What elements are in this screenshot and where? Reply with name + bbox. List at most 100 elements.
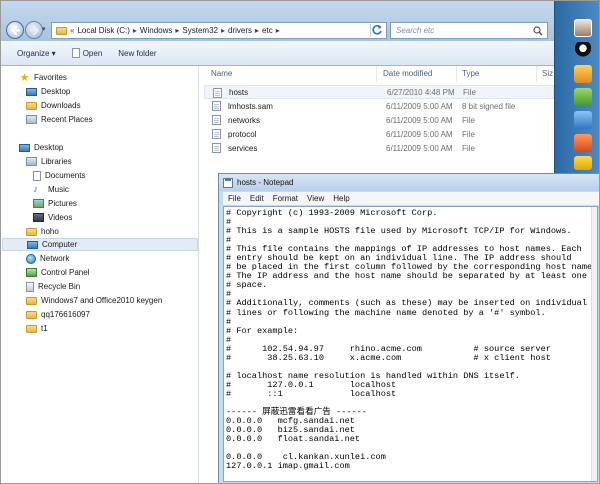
nav-folder-qq[interactable]: qq176616097 (26, 308, 90, 321)
nav-downloads[interactable]: Downloads (26, 99, 81, 112)
file-row-services[interactable]: services 6/11/2009 5:00 AM File (204, 141, 554, 155)
back-button[interactable] (6, 21, 24, 39)
file-row-networks[interactable]: networks 6/11/2009 5:00 AM File (204, 113, 554, 127)
nav-label: Recycle Bin (38, 282, 81, 291)
search-placeholder: Search etc (396, 26, 435, 35)
menu-file[interactable]: File (228, 194, 241, 203)
desktop-icon (26, 87, 37, 96)
open-button[interactable]: Open (71, 48, 103, 58)
back-arrow-icon (10, 25, 20, 36)
forward-arrow-icon (30, 25, 40, 36)
file-name: hosts (229, 87, 249, 97)
qq-penguin-icon[interactable] (574, 42, 592, 60)
nav-computer[interactable]: Computer (2, 238, 198, 251)
nav-label: Favorites (34, 73, 67, 82)
notepad-text-area[interactable]: # Copyright (c) 1993-2009 Microsoft Corp… (223, 206, 598, 482)
nav-label: t1 (41, 324, 48, 333)
column-divider[interactable] (536, 66, 537, 82)
videos-icon (33, 213, 44, 222)
menu-view[interactable]: View (307, 194, 324, 203)
notepad-title-bar[interactable]: hosts - Notepad (219, 174, 599, 191)
file-icon (212, 143, 221, 153)
menu-format[interactable]: Format (273, 194, 298, 203)
file-row-lmhosts[interactable]: lmhosts.sam 6/11/2009 5:00 AM 8 bit sign… (204, 99, 554, 113)
organize-button[interactable]: Organize ▾ (17, 49, 56, 58)
nav-label: Documents (45, 171, 86, 180)
file-name: protocol (228, 129, 257, 139)
file-type: 8 bit signed file (462, 101, 516, 111)
breadcrumb-separator[interactable]: ▸ (255, 26, 259, 35)
side-taskbar (554, 1, 599, 173)
column-header-name[interactable]: Name (211, 69, 232, 78)
nav-desktop-favorite[interactable]: Desktop (26, 85, 70, 98)
file-type: File (462, 129, 475, 139)
recent-places-icon (26, 115, 37, 124)
breadcrumb-separator[interactable]: ▸ (175, 26, 179, 35)
nav-folder-t1[interactable]: t1 (26, 322, 48, 335)
nav-documents[interactable]: Documents (33, 169, 85, 182)
open-label: Open (82, 48, 103, 58)
music-note-icon: ♪ (33, 183, 38, 195)
folder-icon (26, 310, 37, 319)
file-icon (212, 115, 221, 125)
app-icon-1[interactable] (574, 65, 592, 83)
nav-hoho[interactable]: hoho (26, 225, 59, 238)
app-icon-5[interactable] (574, 156, 592, 170)
avatar-icon[interactable] (574, 19, 592, 37)
app-icon-2[interactable] (574, 88, 592, 106)
search-input[interactable]: Search etc (390, 22, 548, 39)
nav-folder-win7[interactable]: Windows7 and Office2010 keygen (26, 294, 162, 307)
file-row-protocol[interactable]: protocol 6/11/2009 5:00 AM File (204, 127, 554, 141)
app-icon-3[interactable] (574, 111, 592, 129)
breadcrumb-separator[interactable]: ▸ (133, 26, 137, 35)
refresh-button[interactable] (370, 24, 384, 37)
nav-videos[interactable]: Videos (33, 211, 72, 224)
breadcrumb-etc[interactable]: etc (262, 26, 273, 35)
column-divider[interactable] (376, 66, 377, 82)
menu-help[interactable]: Help (333, 194, 349, 203)
screen: ▾ « Local Disk (C:) ▸ Windows ▸ System32… (0, 0, 600, 484)
column-header-date[interactable]: Date modified (383, 69, 432, 78)
breadcrumb-local-disk[interactable]: Local Disk (C:) (77, 26, 129, 35)
column-divider[interactable] (456, 66, 457, 82)
nav-label: Desktop (41, 87, 71, 96)
nav-label: Videos (48, 213, 73, 222)
nav-recycle-bin[interactable]: Recycle Bin (26, 280, 80, 293)
file-date: 6/11/2009 5:00 AM (386, 101, 453, 111)
breadcrumb-drivers[interactable]: drivers (228, 26, 252, 35)
file-date: 6/11/2009 5:00 AM (386, 129, 453, 139)
file-date: 6/11/2009 5:00 AM (386, 143, 453, 153)
refresh-icon (372, 25, 382, 35)
breadcrumb-separator[interactable]: ▸ (276, 26, 280, 35)
file-type: File (463, 87, 476, 97)
nav-recent-places[interactable]: Recent Places (26, 113, 93, 126)
breadcrumb-windows[interactable]: Windows (140, 26, 172, 35)
new-folder-button[interactable]: New folder (118, 49, 156, 58)
column-header-type[interactable]: Type (462, 69, 479, 78)
breadcrumb-separator[interactable]: ▸ (221, 26, 225, 35)
nav-label: Libraries (41, 157, 72, 166)
nav-network[interactable]: Network (26, 252, 69, 265)
command-bar: Organize ▾ Open New folder (1, 41, 554, 66)
nav-favorites[interactable]: ★ Favorites (19, 71, 67, 84)
address-field[interactable]: « Local Disk (C:) ▸ Windows ▸ System32 ▸… (51, 22, 387, 39)
breadcrumb-system32[interactable]: System32 (182, 26, 218, 35)
nav-music[interactable]: ♪ Music (33, 183, 69, 196)
nav-label: hoho (41, 227, 59, 236)
file-row-hosts[interactable]: hosts 6/27/2010 4:48 PM File (204, 85, 554, 99)
address-overflow[interactable]: « (70, 26, 74, 35)
nav-label: Desktop (34, 143, 64, 152)
column-header-size[interactable]: Siz (542, 69, 553, 78)
app-icon-4[interactable] (574, 134, 592, 152)
forward-button[interactable] (25, 21, 43, 39)
recent-pages-dropdown-icon[interactable]: ▾ (42, 26, 50, 34)
menu-edit[interactable]: Edit (250, 194, 264, 203)
nav-label: Pictures (48, 199, 77, 208)
network-globe-icon (26, 253, 36, 264)
nav-libraries[interactable]: Libraries (26, 155, 72, 168)
user-folder-icon (26, 227, 37, 236)
nav-pictures[interactable]: Pictures (33, 197, 77, 210)
nav-desktop[interactable]: Desktop (19, 141, 63, 154)
nav-control-panel[interactable]: Control Panel (26, 266, 89, 279)
vertical-scrollbar[interactable] (591, 207, 597, 481)
